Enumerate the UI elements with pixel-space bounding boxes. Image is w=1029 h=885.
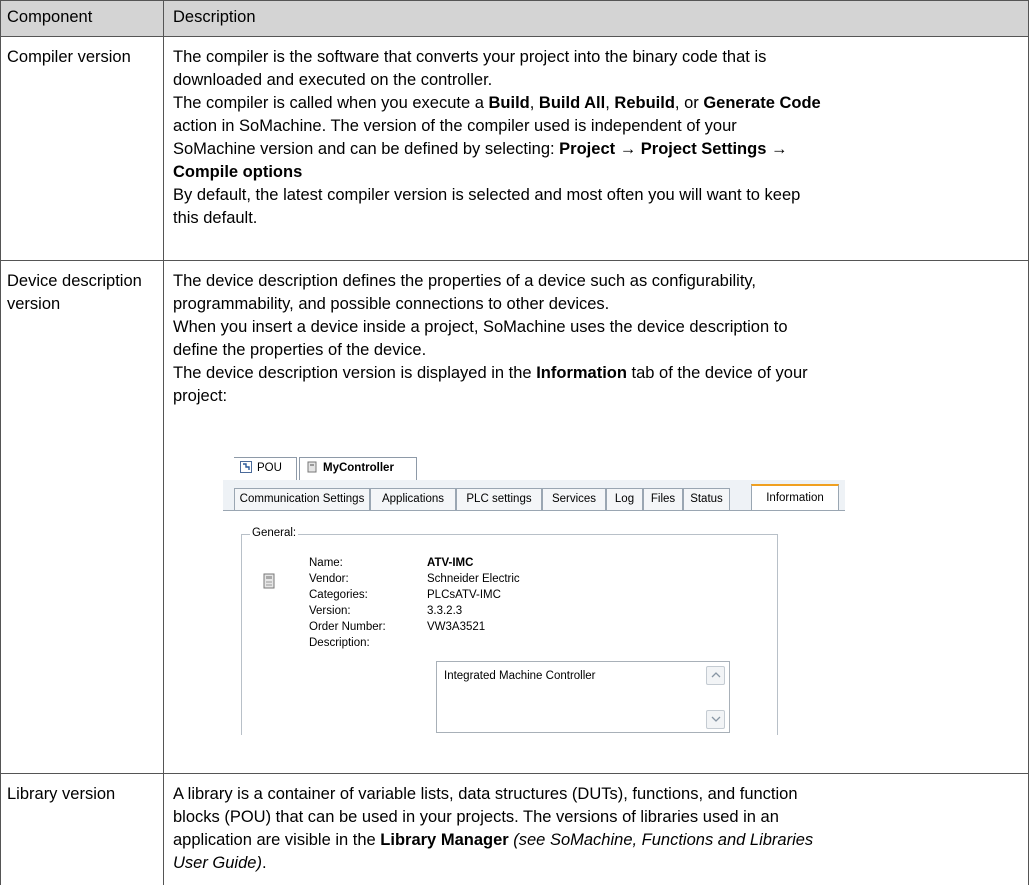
editor-tab-strip: POU MyController [223,454,845,481]
tab-communication-settings[interactable]: Communication Settings [234,488,370,511]
general-group-title: General: [250,527,299,539]
description-textbox[interactable]: Integrated Machine Controller [436,661,730,733]
row-library-name: Library version [7,785,116,803]
controller-icon [307,461,317,473]
header-description: Description [173,8,256,26]
vendor-label: Vendor: [309,573,349,585]
tab-applications[interactable]: Applications [370,488,456,511]
version-value: 3.3.2.3 [427,605,463,617]
header-component: Component [7,8,93,26]
row-compiler-description: The compiler is the software that conver… [173,48,821,227]
description-value: Integrated Machine Controller [444,670,596,682]
pou-icon [240,461,252,473]
name-value: ATV-IMC [427,557,474,569]
scroll-down-button[interactable] [706,710,725,729]
component-table: Component Description Compiler version T… [0,0,1029,885]
tab-mycontroller[interactable]: MyController [299,457,417,480]
row-compiler-name: Compiler version [7,48,131,66]
tab-status[interactable]: Status [683,488,730,511]
table-header [0,0,1029,36]
categories-label: Categories: [309,589,368,601]
row-device-name: Device description version [7,272,142,313]
device-tab-strip: Communication Settings Applications PLC … [223,480,845,513]
tab-services[interactable]: Services [542,488,606,511]
name-label: Name: [309,557,343,569]
chevron-down-icon [711,716,720,722]
row-library-description: A library is a container of variable lis… [173,785,814,872]
chevron-up-icon [711,672,720,678]
version-label: Version: [309,605,351,617]
order-number-label: Order Number: [309,621,386,633]
device-icon [263,573,275,589]
information-panel: General: Name: ATV-IMC Vendor: Schneider… [223,510,845,735]
tab-log[interactable]: Log [606,488,643,511]
tab-information[interactable]: Information [751,484,839,513]
tab-files[interactable]: Files [643,488,683,511]
categories-value: PLCsATV-IMC [427,589,501,601]
vendor-value: Schneider Electric [427,573,520,585]
device-information-screenshot: POU MyController Communication Settings … [223,454,845,735]
row-device-description: The device description defines the prope… [173,272,808,405]
order-number-value: VW3A3521 [427,621,486,633]
description-label: Description: [309,637,370,649]
tab-pou[interactable]: POU [234,457,297,480]
tab-plc-settings[interactable]: PLC settings [456,488,542,511]
scroll-up-button[interactable] [706,666,725,685]
